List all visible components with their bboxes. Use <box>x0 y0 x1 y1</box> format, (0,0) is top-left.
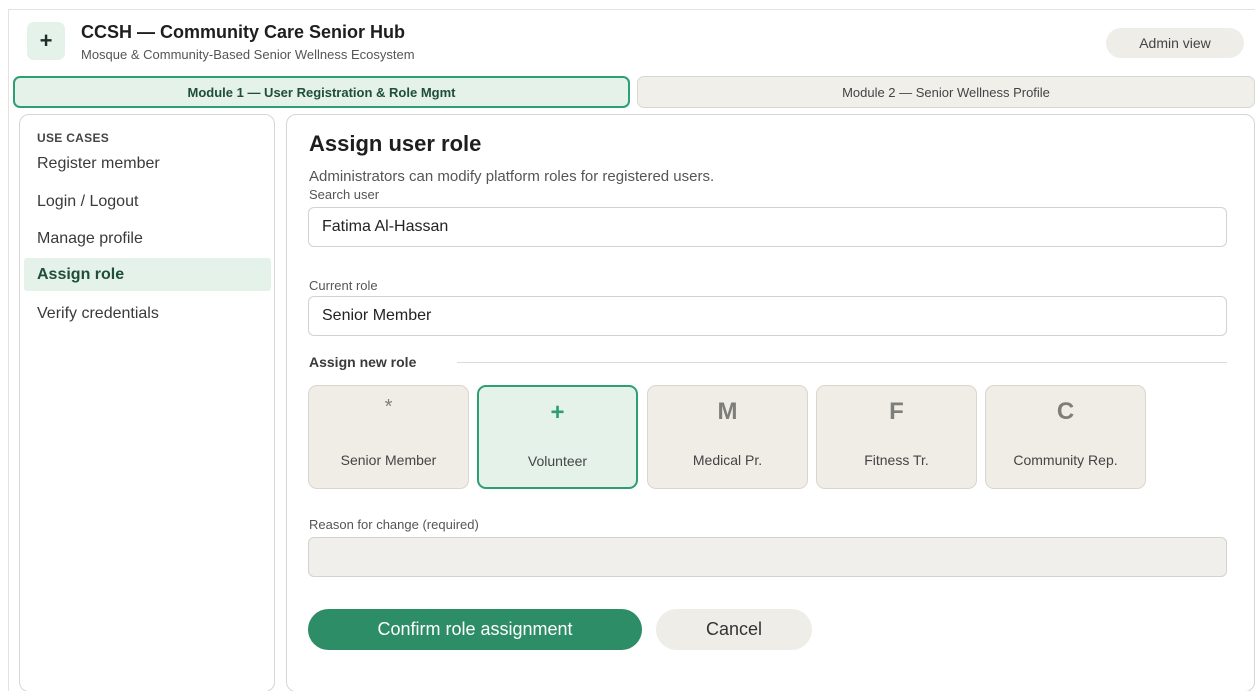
search-user-input[interactable]: Fatima Al-Hassan <box>308 207 1227 247</box>
page-title: Assign user role <box>309 131 482 156</box>
reason-label: Reason for change (required) <box>309 517 479 532</box>
tab-module-1[interactable]: Module 1 — User Registration & Role Mgmt <box>13 76 630 108</box>
app-window: + CCSH — Community Care Senior Hub Mosqu… <box>8 9 1255 691</box>
role-card-fitness-tr[interactable]: F Fitness Tr. <box>816 385 977 489</box>
confirm-role-button[interactable]: Confirm role assignment <box>308 609 642 650</box>
reason-input[interactable] <box>308 537 1227 577</box>
sidebar-item-manage-profile[interactable]: Manage profile <box>24 222 271 255</box>
sidebar-item-verify-credentials[interactable]: Verify credentials <box>24 297 271 330</box>
assign-role-panel: Assign user role Administrators can modi… <box>286 114 1255 691</box>
current-role-field: Senior Member <box>308 296 1227 336</box>
plus-logo-icon: + <box>27 22 65 60</box>
role-label: Community Rep. <box>1013 452 1118 468</box>
role-label: Volunteer <box>527 453 588 469</box>
sidebar-item-register-member[interactable]: Register member <box>24 147 271 180</box>
role-card-volunteer[interactable]: + Volunteer <box>477 385 638 489</box>
app-title: CCSH — Community Care Senior Hub <box>81 22 406 42</box>
page-description: Administrators can modify platform roles… <box>309 168 715 185</box>
admin-view-button[interactable]: Admin view <box>1106 28 1244 58</box>
role-card-medical-pr[interactable]: M Medical Pr. <box>647 385 808 489</box>
tab-module-2[interactable]: Module 2 — Senior Wellness Profile <box>637 76 1255 108</box>
role-label: Medical Pr. <box>692 452 763 468</box>
assign-new-role-label: Assign new role <box>309 354 417 370</box>
app-header: + CCSH — Community Care Senior Hub Mosqu… <box>9 10 1255 74</box>
letter-c-icon: C <box>1056 398 1075 425</box>
letter-f-icon: F <box>889 398 904 425</box>
current-role-label: Current role <box>309 278 378 293</box>
sidebar-item-assign-role[interactable]: Assign role <box>24 258 271 291</box>
sidebar-item-login-logout[interactable]: Login / Logout <box>24 185 271 218</box>
sidebar-heading: USE CASES <box>37 131 110 145</box>
plus-icon: + <box>550 399 565 426</box>
role-label: Senior Member <box>340 452 437 468</box>
role-card-senior-member[interactable]: * Senior Member <box>308 385 469 489</box>
role-label: Fitness Tr. <box>864 452 929 468</box>
asterisk-icon: * <box>384 396 393 418</box>
cancel-button[interactable]: Cancel <box>656 609 812 650</box>
section-divider <box>457 362 1227 363</box>
app-subtitle: Mosque & Community-Based Senior Wellness… <box>81 47 415 62</box>
use-cases-sidebar: USE CASES Register member Login / Logout… <box>19 114 275 691</box>
letter-m-icon: M <box>717 398 738 425</box>
role-card-community-rep[interactable]: C Community Rep. <box>985 385 1146 489</box>
search-user-label: Search user <box>309 187 380 202</box>
